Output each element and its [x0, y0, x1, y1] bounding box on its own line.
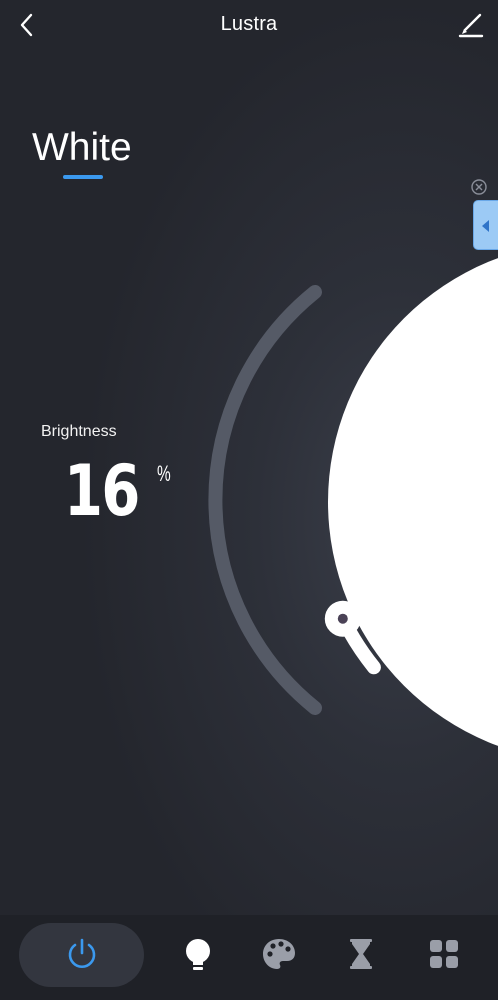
brightness-dial: [208, 258, 498, 746]
grid-icon: [430, 940, 458, 968]
nav-power-button[interactable]: [19, 923, 144, 987]
bulb-icon: [186, 939, 210, 970]
nav-color-button[interactable]: [259, 934, 299, 974]
brightness-track[interactable]: [208, 285, 322, 715]
nav-light-button[interactable]: [178, 934, 218, 974]
nav-scenes-button[interactable]: [424, 934, 464, 974]
power-icon: [68, 938, 96, 968]
nav-timer-button[interactable]: [341, 934, 381, 974]
hourglass-icon: [350, 939, 372, 969]
bulb-disc: [328, 258, 498, 746]
brightness-slider-handle[interactable]: [324, 600, 361, 637]
palette-icon: [263, 939, 295, 969]
bottom-nav: [0, 915, 498, 1000]
